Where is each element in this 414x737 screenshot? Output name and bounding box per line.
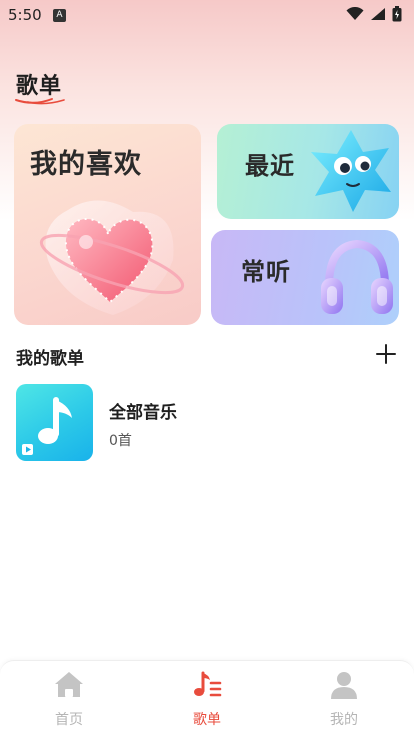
bottom-nav: 首页 歌单 我的 xyxy=(0,660,414,737)
status-time: 5:50 xyxy=(8,6,42,24)
recent-label: 最近 xyxy=(245,152,295,180)
playlist-name: 全部音乐 xyxy=(109,403,177,423)
frequent-card[interactable]: 常听 xyxy=(211,230,399,325)
frequent-label: 常听 xyxy=(241,258,291,286)
recent-card[interactable]: 最近 xyxy=(217,124,399,219)
plus-icon[interactable] xyxy=(374,342,398,366)
music-note-icon xyxy=(22,397,72,455)
my-playlists-header: 我的歌单 xyxy=(16,349,84,369)
playlist-count: 0首 xyxy=(109,433,132,449)
nav-home-label: 首页 xyxy=(55,712,83,728)
heart-art-icon xyxy=(39,200,185,315)
music-list-icon xyxy=(194,671,222,697)
title-underline xyxy=(15,98,65,105)
home-icon xyxy=(55,672,83,697)
person-icon xyxy=(331,672,357,699)
nav-home[interactable]: 首页 xyxy=(29,669,109,731)
nav-profile-label: 我的 xyxy=(330,712,358,728)
star-creature-icon xyxy=(311,130,391,212)
nav-playlists-label: 歌单 xyxy=(193,712,221,728)
nav-playlists[interactable]: 歌单 xyxy=(167,669,247,731)
headphones-icon xyxy=(321,239,393,314)
wifi-icon xyxy=(346,7,364,20)
notification-icon: A xyxy=(53,9,66,22)
signal-icon xyxy=(371,8,385,20)
status-bar: 5:50 A xyxy=(0,0,414,30)
favorites-card[interactable]: 我的喜欢 xyxy=(14,124,201,325)
playlist-row-all-music[interactable]: 全部音乐 0首 xyxy=(16,384,398,462)
playlist-cover xyxy=(16,384,93,461)
battery-icon xyxy=(392,6,402,22)
status-icons xyxy=(346,6,402,22)
favorites-label: 我的喜欢 xyxy=(30,149,142,180)
nav-profile[interactable]: 我的 xyxy=(304,669,384,731)
